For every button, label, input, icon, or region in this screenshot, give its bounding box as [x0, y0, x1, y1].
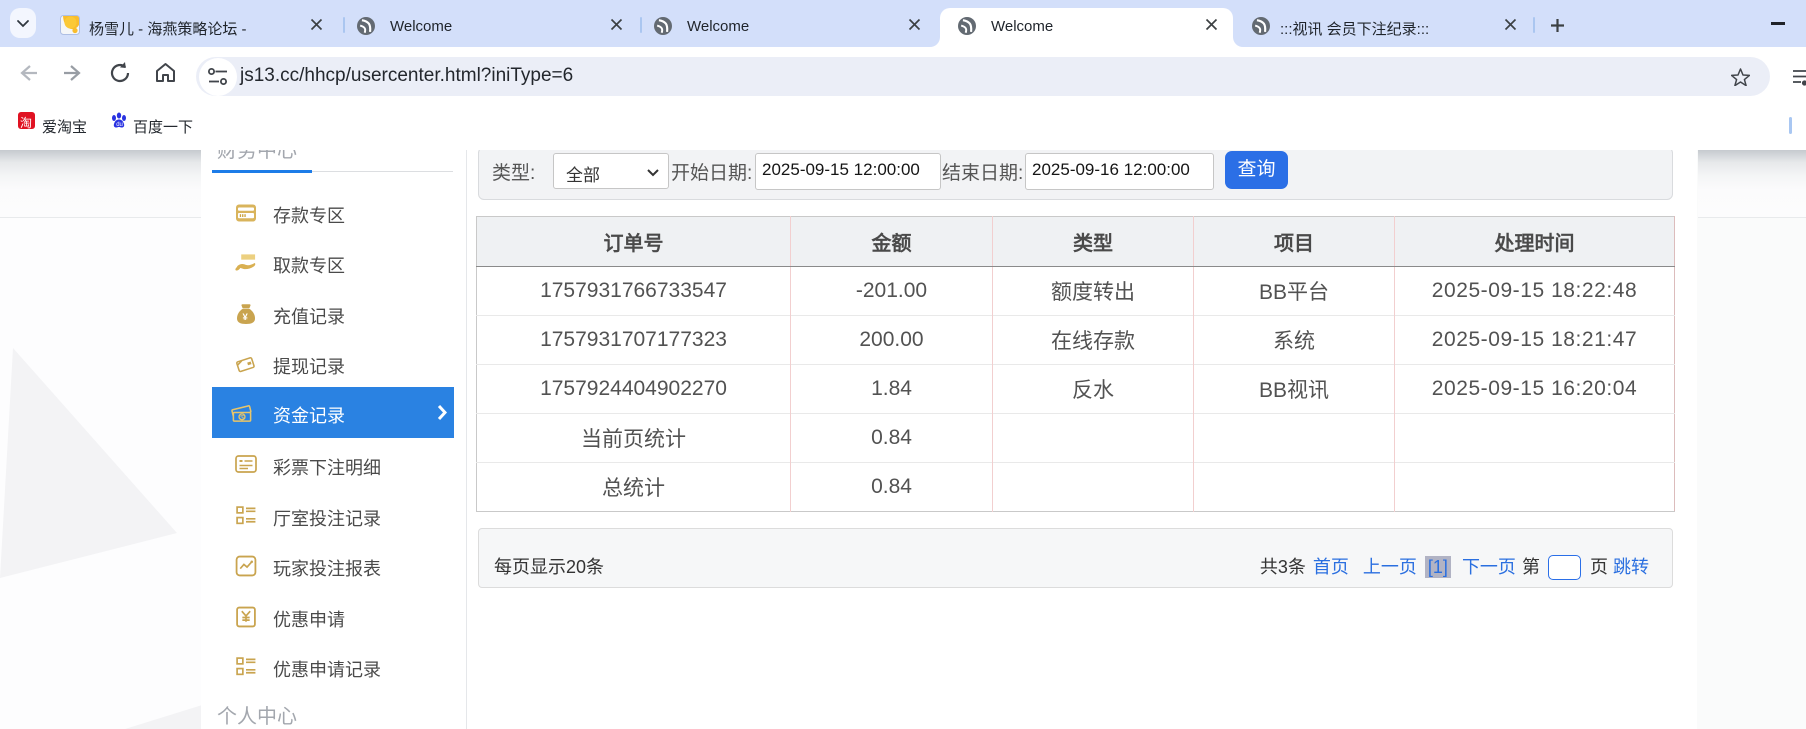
svg-text:du: du: [116, 122, 123, 128]
svg-text:¥: ¥: [243, 312, 249, 323]
svg-text:$: $: [240, 414, 244, 421]
